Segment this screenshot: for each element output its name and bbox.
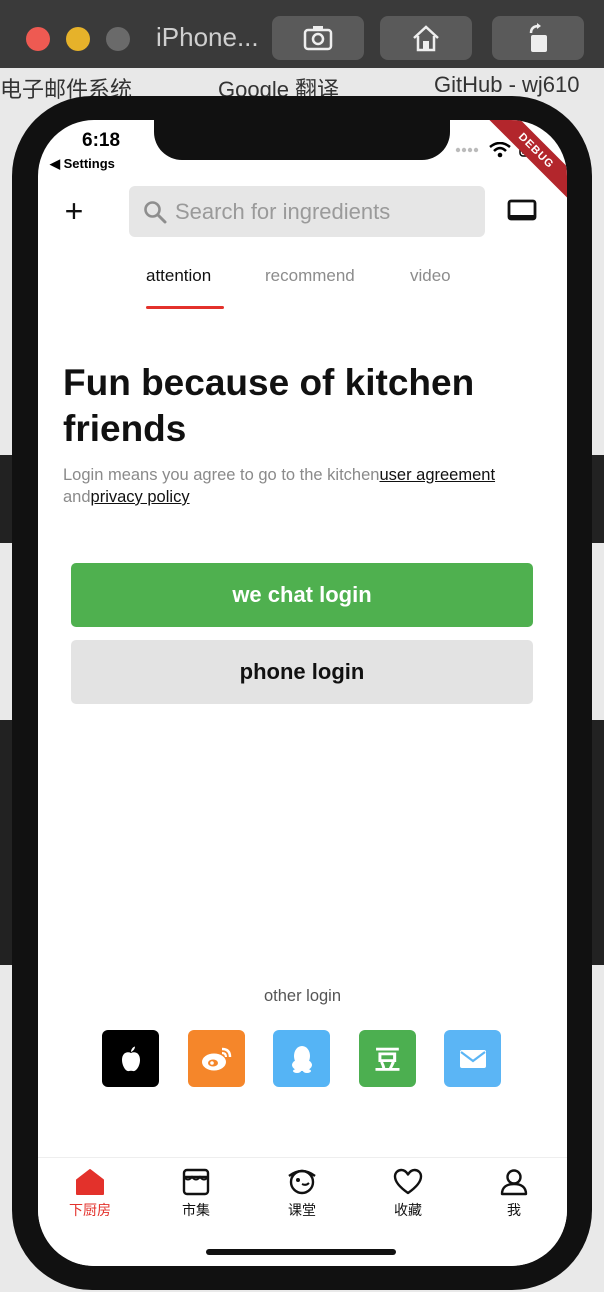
- nav-item-label: 下厨房: [69, 1202, 111, 1218]
- person-icon: [500, 1169, 528, 1196]
- apple-icon: [121, 1046, 140, 1071]
- screenshot-button[interactable]: [272, 16, 364, 60]
- agreement-text: Login means you agree to go to the kitch…: [63, 464, 563, 508]
- active-tab-indicator: [146, 306, 224, 309]
- user-agreement-link[interactable]: user agreement: [379, 466, 495, 484]
- wechat-login-button[interactable]: we chat login: [71, 563, 533, 627]
- search-icon: [144, 200, 167, 223]
- mail-icon: [459, 1049, 486, 1068]
- nav-item-label: 市集: [182, 1202, 210, 1218]
- qq-login-button[interactable]: [273, 1030, 330, 1087]
- back-to-settings[interactable]: ◀ Settings: [50, 156, 115, 172]
- market-icon: [182, 1168, 210, 1196]
- zoom-window-button[interactable]: [106, 27, 130, 51]
- monitor-button[interactable]: [507, 198, 541, 226]
- nav-item-label: 课堂: [288, 1202, 316, 1218]
- minimize-window-button[interactable]: [66, 27, 90, 51]
- wifi-icon: [489, 142, 511, 158]
- other-login-label: other login: [263, 987, 342, 1005]
- agreement-prefix: Login means you agree to go to the kitch…: [63, 466, 380, 484]
- house-icon: [413, 25, 439, 52]
- weibo-login-button[interactable]: [188, 1030, 245, 1087]
- mail-login-button[interactable]: [444, 1030, 501, 1087]
- signal-icon: [455, 147, 479, 153]
- app-header: +: [38, 186, 567, 238]
- douban-icon: 豆: [374, 1045, 401, 1075]
- home-icon: [76, 1169, 104, 1195]
- nav-item-kitchen[interactable]: 下厨房: [50, 1168, 130, 1220]
- rotate-button[interactable]: [492, 16, 584, 60]
- nav-item-me[interactable]: 我: [474, 1168, 554, 1220]
- nav-item-classroom[interactable]: 课堂: [262, 1168, 342, 1220]
- rotate-icon: [529, 23, 547, 52]
- nav-item-market[interactable]: 市集: [156, 1168, 236, 1220]
- content-tabs: attention recommend video: [38, 256, 567, 309]
- monitor-icon: [507, 199, 537, 221]
- status-time: 6:18: [82, 130, 121, 151]
- nav-item-favorites[interactable]: 收藏: [368, 1168, 448, 1220]
- tab-video[interactable]: video: [410, 266, 451, 286]
- agreement-and: and: [63, 488, 91, 506]
- login-headline: Fun because of kitchen friends: [63, 362, 475, 449]
- weibo-icon: [201, 1047, 231, 1070]
- notch: [154, 120, 450, 160]
- qq-penguin-icon: [291, 1045, 312, 1073]
- phone-screen: 6:18 ◀ Settings DEBUG + attention recomm…: [38, 120, 567, 1266]
- host-tab[interactable]: GitHub - wj610: [434, 72, 580, 98]
- close-window-button[interactable]: [26, 27, 50, 51]
- home-indicator[interactable]: [206, 1249, 396, 1255]
- add-button[interactable]: +: [62, 195, 86, 227]
- search-bar[interactable]: [129, 186, 485, 237]
- privacy-policy-link[interactable]: privacy policy: [91, 488, 190, 506]
- tab-attention[interactable]: attention: [146, 266, 211, 286]
- home-button[interactable]: [380, 16, 472, 60]
- heart-icon: [393, 1168, 423, 1195]
- douban-login-button[interactable]: 豆: [359, 1030, 416, 1087]
- apple-login-button[interactable]: [102, 1030, 159, 1087]
- nav-item-label: 收藏: [394, 1202, 422, 1218]
- nav-item-label: 我: [507, 1202, 521, 1218]
- social-login-row: 豆: [102, 1030, 522, 1088]
- simulator-title: iPhone...: [156, 22, 259, 52]
- search-input[interactable]: [173, 197, 477, 226]
- camera-icon: [303, 26, 333, 51]
- phone-login-button[interactable]: phone login: [71, 640, 533, 704]
- tab-recommend[interactable]: recommend: [265, 266, 355, 286]
- classroom-icon: [288, 1169, 316, 1195]
